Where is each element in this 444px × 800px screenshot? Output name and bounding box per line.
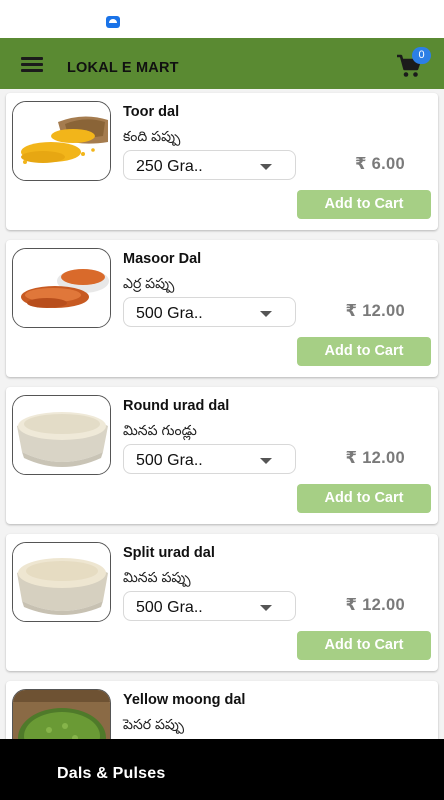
product-name: Masoor Dal	[123, 251, 202, 267]
hamburger-menu-icon[interactable]	[21, 57, 43, 73]
quantity-dropdown[interactable]: 500 Gra..	[123, 297, 296, 327]
caret-down-icon	[260, 605, 272, 611]
product-local-name: ఎర్ర పప్పు	[123, 275, 175, 291]
product-local-name: మినప పప్పు	[123, 569, 191, 585]
quantity-dropdown[interactable]: 250 Gra..	[123, 150, 296, 180]
app-bar: LOKAL E MART 0	[0, 38, 444, 89]
add-to-cart-button[interactable]: Add to Cart	[297, 190, 431, 219]
product-image	[12, 395, 111, 475]
status-bar	[0, 0, 444, 38]
quantity-value: 500 Gra..	[136, 599, 203, 616]
product-image	[12, 689, 111, 739]
product-image	[12, 248, 111, 328]
product-price: ₹ 12.00	[345, 596, 405, 614]
product-name: Yellow moong dal	[123, 692, 246, 708]
add-to-cart-button[interactable]: Add to Cart	[297, 337, 431, 366]
product-name: Round urad dal	[123, 398, 230, 414]
caret-down-icon	[260, 164, 272, 170]
product-card: Yellow moong dal పెసర పప్పు	[6, 681, 438, 739]
product-local-name: మినప గుండ్లు	[123, 422, 197, 438]
product-local-name: పెసర పప్పు	[123, 716, 185, 732]
cart-count-badge: 0	[412, 47, 431, 64]
product-image	[12, 542, 111, 622]
app-title: LOKAL E MART	[67, 60, 179, 76]
add-to-cart-button[interactable]: Add to Cart	[297, 484, 431, 513]
caret-down-icon	[260, 458, 272, 464]
product-price: ₹ 12.00	[345, 449, 405, 467]
quantity-dropdown[interactable]: 500 Gra..	[123, 591, 296, 621]
product-price: ₹ 6.00	[355, 155, 405, 173]
category-bar: Dals & Pulses	[0, 739, 444, 800]
product-price: ₹ 12.00	[345, 302, 405, 320]
quantity-dropdown[interactable]: 500 Gra..	[123, 444, 296, 474]
notification-icon	[106, 16, 120, 28]
product-name: Toor dal	[123, 104, 180, 120]
caret-down-icon	[260, 311, 272, 317]
product-card: Toor dal కంది పప్పు 250 Gra.. ₹ 6.00 Add…	[6, 93, 438, 230]
product-name: Split urad dal	[123, 545, 215, 561]
product-image	[12, 101, 111, 181]
product-list[interactable]: Toor dal కంది పప్పు 250 Gra.. ₹ 6.00 Add…	[0, 89, 444, 739]
product-card: Masoor Dal ఎర్ర పప్పు 500 Gra.. ₹ 12.00 …	[6, 240, 438, 377]
category-title: Dals & Pulses	[57, 765, 166, 782]
product-card: Round urad dal మినప గుండ్లు 500 Gra.. ₹ …	[6, 387, 438, 524]
product-card: Split urad dal మినప పప్పు 500 Gra.. ₹ 12…	[6, 534, 438, 671]
quantity-value: 500 Gra..	[136, 305, 203, 322]
quantity-value: 500 Gra..	[136, 452, 203, 469]
quantity-value: 250 Gra..	[136, 158, 203, 175]
product-local-name: కంది పప్పు	[123, 128, 181, 144]
add-to-cart-button[interactable]: Add to Cart	[297, 631, 431, 660]
